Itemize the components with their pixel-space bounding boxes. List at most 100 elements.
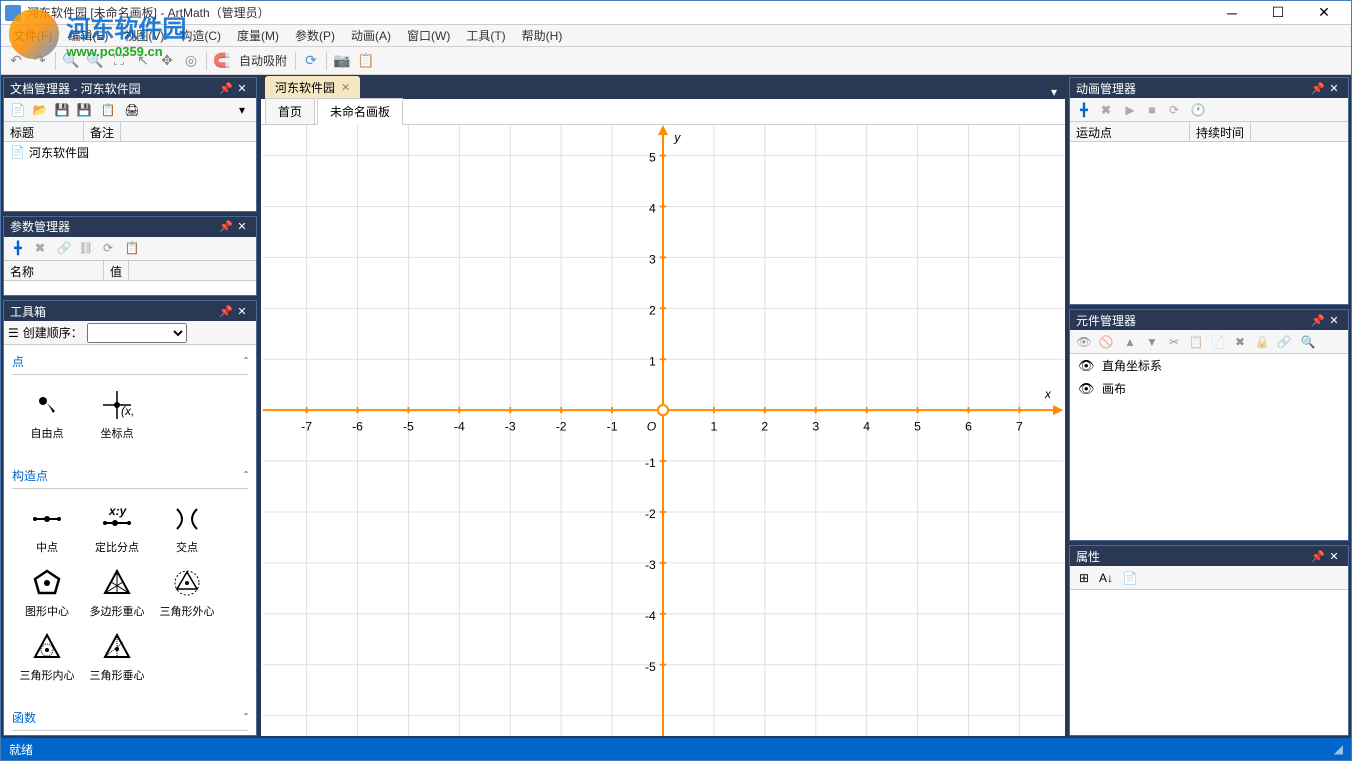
camera-icon[interactable]: 📷 [331, 50, 353, 72]
pin-icon[interactable]: 📌 [218, 80, 234, 96]
close-panel-icon[interactable]: ✕ [1326, 80, 1342, 96]
open-doc-icon[interactable]: 📂 [30, 100, 50, 120]
dropdown-icon[interactable]: ▾ [232, 100, 252, 120]
visibility-icon[interactable]: 👁 [1078, 381, 1094, 397]
pin-icon[interactable]: 📌 [1310, 80, 1326, 96]
visibility-icon[interactable]: 👁 [1078, 358, 1094, 374]
page-tab-canvas[interactable]: 未命名画板 [317, 98, 403, 125]
menu-tools[interactable]: 工具(T) [458, 25, 513, 46]
layer-down-icon[interactable]: ▼ [1142, 332, 1162, 352]
prop-page-icon[interactable]: 📄 [1120, 568, 1140, 588]
tool-intersection[interactable]: 交点 [152, 497, 222, 561]
tool-shape-center[interactable]: 图形中心 [12, 561, 82, 625]
add-anim-icon[interactable]: ╋ [1074, 100, 1094, 120]
link-comp-icon[interactable]: 🔗 [1274, 332, 1294, 352]
stop-icon[interactable]: ■ [1142, 100, 1162, 120]
zoom-out-icon[interactable]: 🔍 [84, 50, 106, 72]
delete-comp-icon[interactable]: ✖ [1230, 332, 1250, 352]
canvas[interactable]: x y O -7-6-5 -4-3-2 -112 345 67 543 21 [261, 125, 1065, 736]
svg-text:3: 3 [649, 252, 656, 266]
tool-coord-point[interactable]: (x,y) 坐标点 [82, 383, 152, 447]
sort-az-icon[interactable]: A↓ [1096, 568, 1116, 588]
page-icon[interactable]: 📋 [98, 100, 118, 120]
close-panel-icon[interactable]: ✕ [1326, 548, 1342, 564]
redo-icon[interactable]: ↷ [29, 50, 51, 72]
close-panel-icon[interactable]: ✕ [1326, 312, 1342, 328]
maximize-button[interactable]: ☐ [1255, 1, 1301, 25]
pin-icon[interactable]: 📌 [218, 219, 234, 235]
pin-icon[interactable]: 📌 [1310, 312, 1326, 328]
tool-midpoint[interactable]: 中点 [12, 497, 82, 561]
close-tab-icon[interactable]: ✕ [341, 81, 350, 94]
menu-param[interactable]: 参数(P) [287, 25, 343, 46]
zoom-in-icon[interactable]: 🔍 [60, 50, 82, 72]
menu-construct[interactable]: 构造(C) [172, 25, 229, 46]
page-tab-home[interactable]: 首页 [265, 98, 315, 124]
search-comp-icon[interactable]: 🔍 [1298, 332, 1318, 352]
tool-circumcenter[interactable]: 三角形外心 [152, 561, 222, 625]
component-row[interactable]: 👁 画布 [1070, 377, 1348, 400]
close-panel-icon[interactable]: ✕ [234, 80, 250, 96]
coordinate-plane[interactable]: x y O -7-6-5 -4-3-2 -112 345 67 543 21 [261, 125, 1065, 736]
fit-icon[interactable]: ⛶ [108, 50, 130, 72]
collapse-icon[interactable]: ˆ [244, 355, 248, 369]
save-icon[interactable]: 💾 [52, 100, 72, 120]
refresh-icon[interactable]: ⟳ [300, 50, 322, 72]
tool-orthocenter[interactable]: 三角形垂心 [82, 625, 152, 689]
clock-icon[interactable]: 🕐 [1188, 100, 1208, 120]
print-icon[interactable]: 🖨 [122, 100, 142, 120]
tool-ratio-point[interactable]: x:y 定比分点 [82, 497, 152, 561]
copy-icon[interactable]: 📋 [355, 50, 377, 72]
auto-snap-toggle[interactable]: 自动吸附 [235, 52, 291, 69]
add-param-icon[interactable]: ╋ [8, 238, 28, 258]
menu-help[interactable]: 帮助(H) [514, 25, 571, 46]
copy-comp-icon[interactable]: 📋 [1186, 332, 1206, 352]
doc-tab[interactable]: 河东软件园 ✕ [265, 76, 360, 99]
paste-icon[interactable]: 📄 [1208, 332, 1228, 352]
tab-dropdown-icon[interactable]: ▾ [1043, 85, 1065, 99]
minimize-button[interactable]: ─ [1209, 1, 1255, 25]
resize-grip-icon[interactable]: ◢ [1334, 742, 1343, 756]
tool-free-point[interactable]: 自由点 [12, 383, 82, 447]
target-icon[interactable]: ◎ [180, 50, 202, 72]
menu-edit[interactable]: 编辑(E) [60, 25, 116, 46]
doc-row[interactable]: 📄河东软件园 [4, 142, 256, 162]
delete-param-icon[interactable]: ✖ [30, 238, 50, 258]
play-icon[interactable]: ▶ [1120, 100, 1140, 120]
menu-window[interactable]: 窗口(W) [399, 25, 458, 46]
close-panel-icon[interactable]: ✕ [234, 303, 250, 319]
delete-anim-icon[interactable]: ✖ [1096, 100, 1116, 120]
copy-param-icon[interactable]: 📋 [122, 238, 142, 258]
menu-animation[interactable]: 动画(A) [343, 25, 399, 46]
new-doc-icon[interactable]: 📄 [8, 100, 28, 120]
hide-icon[interactable]: 🚫 [1096, 332, 1116, 352]
pin-icon[interactable]: 📌 [1310, 548, 1326, 564]
unlink-icon[interactable]: ⛓ [76, 238, 96, 258]
collapse-icon[interactable]: ˆ [244, 711, 248, 725]
pan-icon[interactable]: ✥ [156, 50, 178, 72]
loop-icon[interactable]: ⟳ [1164, 100, 1184, 120]
select-icon[interactable]: ↖ [132, 50, 154, 72]
cut-icon[interactable]: ✂ [1164, 332, 1184, 352]
category-view-icon[interactable]: ⊞ [1074, 568, 1094, 588]
pin-icon[interactable]: 📌 [218, 303, 234, 319]
layer-up-icon[interactable]: ▲ [1120, 332, 1140, 352]
close-button[interactable]: ✕ [1301, 1, 1347, 25]
menu-file[interactable]: 文件(F) [5, 25, 60, 46]
view-mode-icon[interactable]: ☰ [8, 326, 19, 340]
tool-polygon-centroid[interactable]: 多边形重心 [82, 561, 152, 625]
order-select[interactable] [87, 323, 187, 343]
close-panel-icon[interactable]: ✕ [234, 219, 250, 235]
undo-icon[interactable]: ↶ [5, 50, 27, 72]
lock-icon[interactable]: 🔒 [1252, 332, 1272, 352]
component-row[interactable]: 👁 直角坐标系 [1070, 354, 1348, 377]
refresh-param-icon[interactable]: ⟳ [98, 238, 118, 258]
magnet-icon[interactable]: 🧲 [211, 50, 233, 72]
link-icon[interactable]: 🔗 [54, 238, 74, 258]
tool-incenter[interactable]: 三角形内心 [12, 625, 82, 689]
menu-measure[interactable]: 度量(M) [229, 25, 287, 46]
save-as-icon[interactable]: 💾 [74, 100, 94, 120]
collapse-icon[interactable]: ˆ [244, 469, 248, 483]
eye-toggle-icon[interactable]: 👁 [1074, 332, 1094, 352]
menu-view[interactable]: 视图(V) [116, 25, 172, 46]
